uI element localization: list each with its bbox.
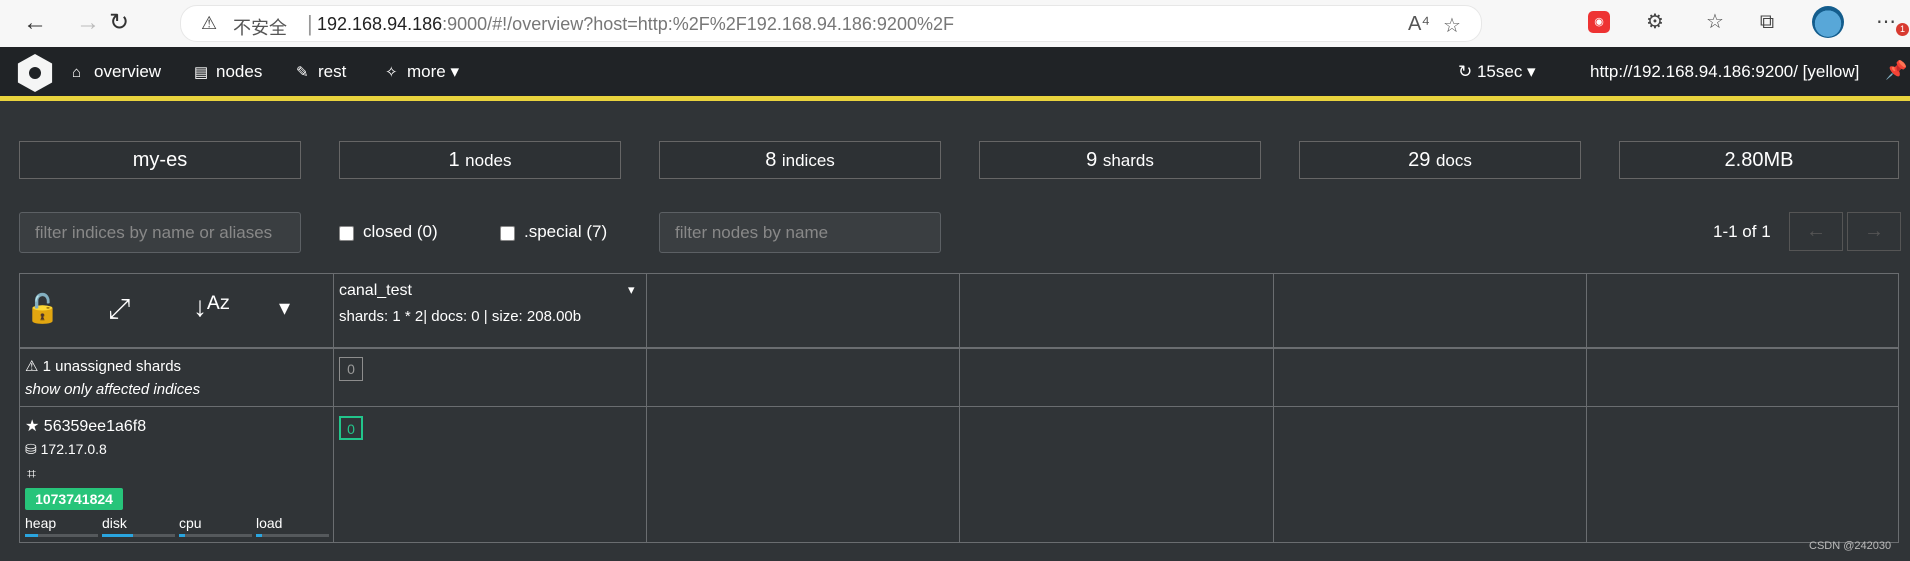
- edit-icon: ✎: [296, 64, 309, 81]
- shards-card: 9 shards: [979, 141, 1261, 179]
- profile-avatar[interactable]: [1812, 6, 1844, 38]
- back-arrow-icon[interactable]: ←: [20, 8, 50, 38]
- grid-left-line: [19, 273, 20, 543]
- indices-count: 8: [765, 149, 777, 171]
- chevron-down-icon[interactable]: ▾: [279, 297, 290, 319]
- nav-rest[interactable]: ✎ rest: [296, 62, 346, 82]
- closed-checkbox[interactable]: [339, 226, 354, 241]
- security-warning-icon: ⚠: [201, 13, 218, 33]
- address-bar[interactable]: ⚠ 不安全 | 192.168.94.186:9000/#!/overview?…: [180, 5, 1482, 42]
- docs-unit: docs: [1435, 151, 1472, 170]
- elasticsearch-head-logo-icon[interactable]: [17, 54, 53, 92]
- address-url[interactable]: 192.168.94.186:9000/#!/overview?host=htt…: [317, 14, 954, 35]
- cluster-name-card: my-es: [19, 141, 301, 179]
- expand-icon[interactable]: ⤢: [108, 295, 130, 323]
- extensions-icon[interactable]: ⚙: [1641, 8, 1669, 36]
- collections-icon[interactable]: ⧉: [1753, 8, 1781, 36]
- sitemap-icon: ⌂: [72, 64, 82, 81]
- next-page-button[interactable]: →: [1847, 212, 1901, 251]
- cluster-url: http://192.168.94.186:9200/ [yellow]: [1590, 62, 1860, 81]
- reload-icon[interactable]: ↻: [104, 8, 134, 38]
- magic-icon: ✧: [385, 64, 398, 81]
- size-card: 2.80MB: [1619, 141, 1899, 179]
- node-id-badge: 1073741824: [25, 488, 123, 510]
- disk-label: disk: [102, 515, 127, 531]
- node-name[interactable]: ★ 56359ee1a6f8: [25, 416, 146, 436]
- column-divider: [959, 273, 960, 543]
- server-icon: ▤: [194, 64, 209, 81]
- index-name[interactable]: canal_test: [339, 282, 412, 300]
- notification-count: 1: [1896, 23, 1909, 36]
- disk-bar-fill: [102, 534, 133, 537]
- nav-nodes-label: nodes: [216, 62, 263, 81]
- grid-right-line: [1898, 273, 1899, 543]
- nav-overview[interactable]: ⌂ overview: [72, 62, 161, 82]
- cpu-label: cpu: [179, 515, 202, 531]
- filter-nodes-input[interactable]: filter nodes by name: [659, 212, 941, 253]
- host-text: 192.168.94.186: [317, 14, 443, 34]
- refresh-interval-dropdown[interactable]: ↻ 15sec ▾: [1458, 62, 1536, 82]
- show-affected-indices-link[interactable]: show only affected indices: [25, 381, 200, 398]
- column-divider: [646, 273, 647, 543]
- indices-card: 8 indices: [659, 141, 941, 179]
- load-bar-fill: [256, 534, 262, 537]
- extension-badge-icon[interactable]: ◉: [1588, 11, 1610, 33]
- heap-bar: [25, 534, 98, 537]
- unassigned-shards-label: ⚠ 1 unassigned shards: [25, 358, 182, 375]
- sort-alpha-icon[interactable]: ↓ᴬᶻ: [193, 293, 230, 321]
- nav-more[interactable]: ✧ more ▾: [385, 62, 459, 82]
- docs-count: 29: [1408, 149, 1431, 171]
- favorite-icon[interactable]: ☆: [1443, 13, 1461, 38]
- shards-count: 9: [1086, 149, 1098, 171]
- nodes-unit: nodes: [465, 151, 512, 170]
- favorites-icon[interactable]: ☆: [1701, 8, 1729, 36]
- address-separator: |: [307, 11, 313, 36]
- cluster-name: my-es: [132, 149, 188, 171]
- disk-bar: [102, 534, 175, 537]
- forward-arrow-icon[interactable]: →: [73, 8, 103, 38]
- app-header: ⌂ overview ▤ nodes ✎ rest ✧ more ▾ ↻ 15sec ▾…: [0, 47, 1910, 101]
- column-divider: [1273, 273, 1274, 543]
- load-bar: [256, 534, 329, 537]
- crop-icon[interactable]: ⌗: [27, 466, 36, 484]
- watermark: CSDN @242030: [1809, 540, 1892, 552]
- filter-indices-input[interactable]: filter indices by name or aliases: [19, 212, 301, 253]
- indices-unit: indices: [781, 151, 835, 170]
- nav-more-label: more ▾: [407, 62, 459, 81]
- read-aloud-icon[interactable]: A⁴: [1408, 13, 1430, 36]
- nav-nodes[interactable]: ▤ nodes: [194, 62, 262, 82]
- column-divider: [1586, 273, 1587, 543]
- special-label: .special (7): [524, 222, 608, 241]
- index-menu-icon[interactable]: ▾: [628, 282, 635, 298]
- heap-bar-fill: [25, 534, 39, 537]
- nodes-count: 1: [448, 149, 460, 171]
- column-divider: [333, 273, 334, 543]
- shards-unit: shards: [1102, 151, 1154, 170]
- special-checkbox[interactable]: [500, 226, 515, 241]
- cpu-bar-fill: [179, 534, 185, 537]
- unlock-icon[interactable]: 🔓: [25, 295, 60, 323]
- browser-toolbar: ← → ↻ ⚠ 不安全 | 192.168.94.186:9000/#!/ove…: [0, 0, 1910, 48]
- pagination-count: 1-1 of 1: [1713, 222, 1771, 241]
- heap-label: heap: [25, 515, 57, 531]
- assigned-shard[interactable]: 0: [339, 416, 363, 440]
- path-text: :9000/#!/overview?host=http:%2F%2F192.16…: [442, 14, 954, 34]
- closed-label: closed (0): [363, 222, 438, 241]
- cpu-bar: [179, 534, 252, 537]
- cluster-size: 2.80MB: [1724, 149, 1794, 171]
- docs-card: 29 docs: [1299, 141, 1581, 179]
- index-stats: shards: 1 * 2| docs: 0 | size: 208.00b: [339, 308, 582, 325]
- pin-icon[interactable]: 📌: [1885, 60, 1907, 81]
- insecure-label: 不安全: [233, 18, 287, 38]
- previous-page-button[interactable]: ←: [1789, 212, 1843, 251]
- nav-rest-label: rest: [318, 62, 347, 81]
- node-ip: ⛁ 172.17.0.8: [25, 441, 107, 457]
- nav-overview-label: overview: [94, 62, 162, 81]
- load-label: load: [256, 515, 283, 531]
- unassigned-shard[interactable]: 0: [339, 357, 363, 381]
- nodes-card: 1 nodes: [339, 141, 621, 179]
